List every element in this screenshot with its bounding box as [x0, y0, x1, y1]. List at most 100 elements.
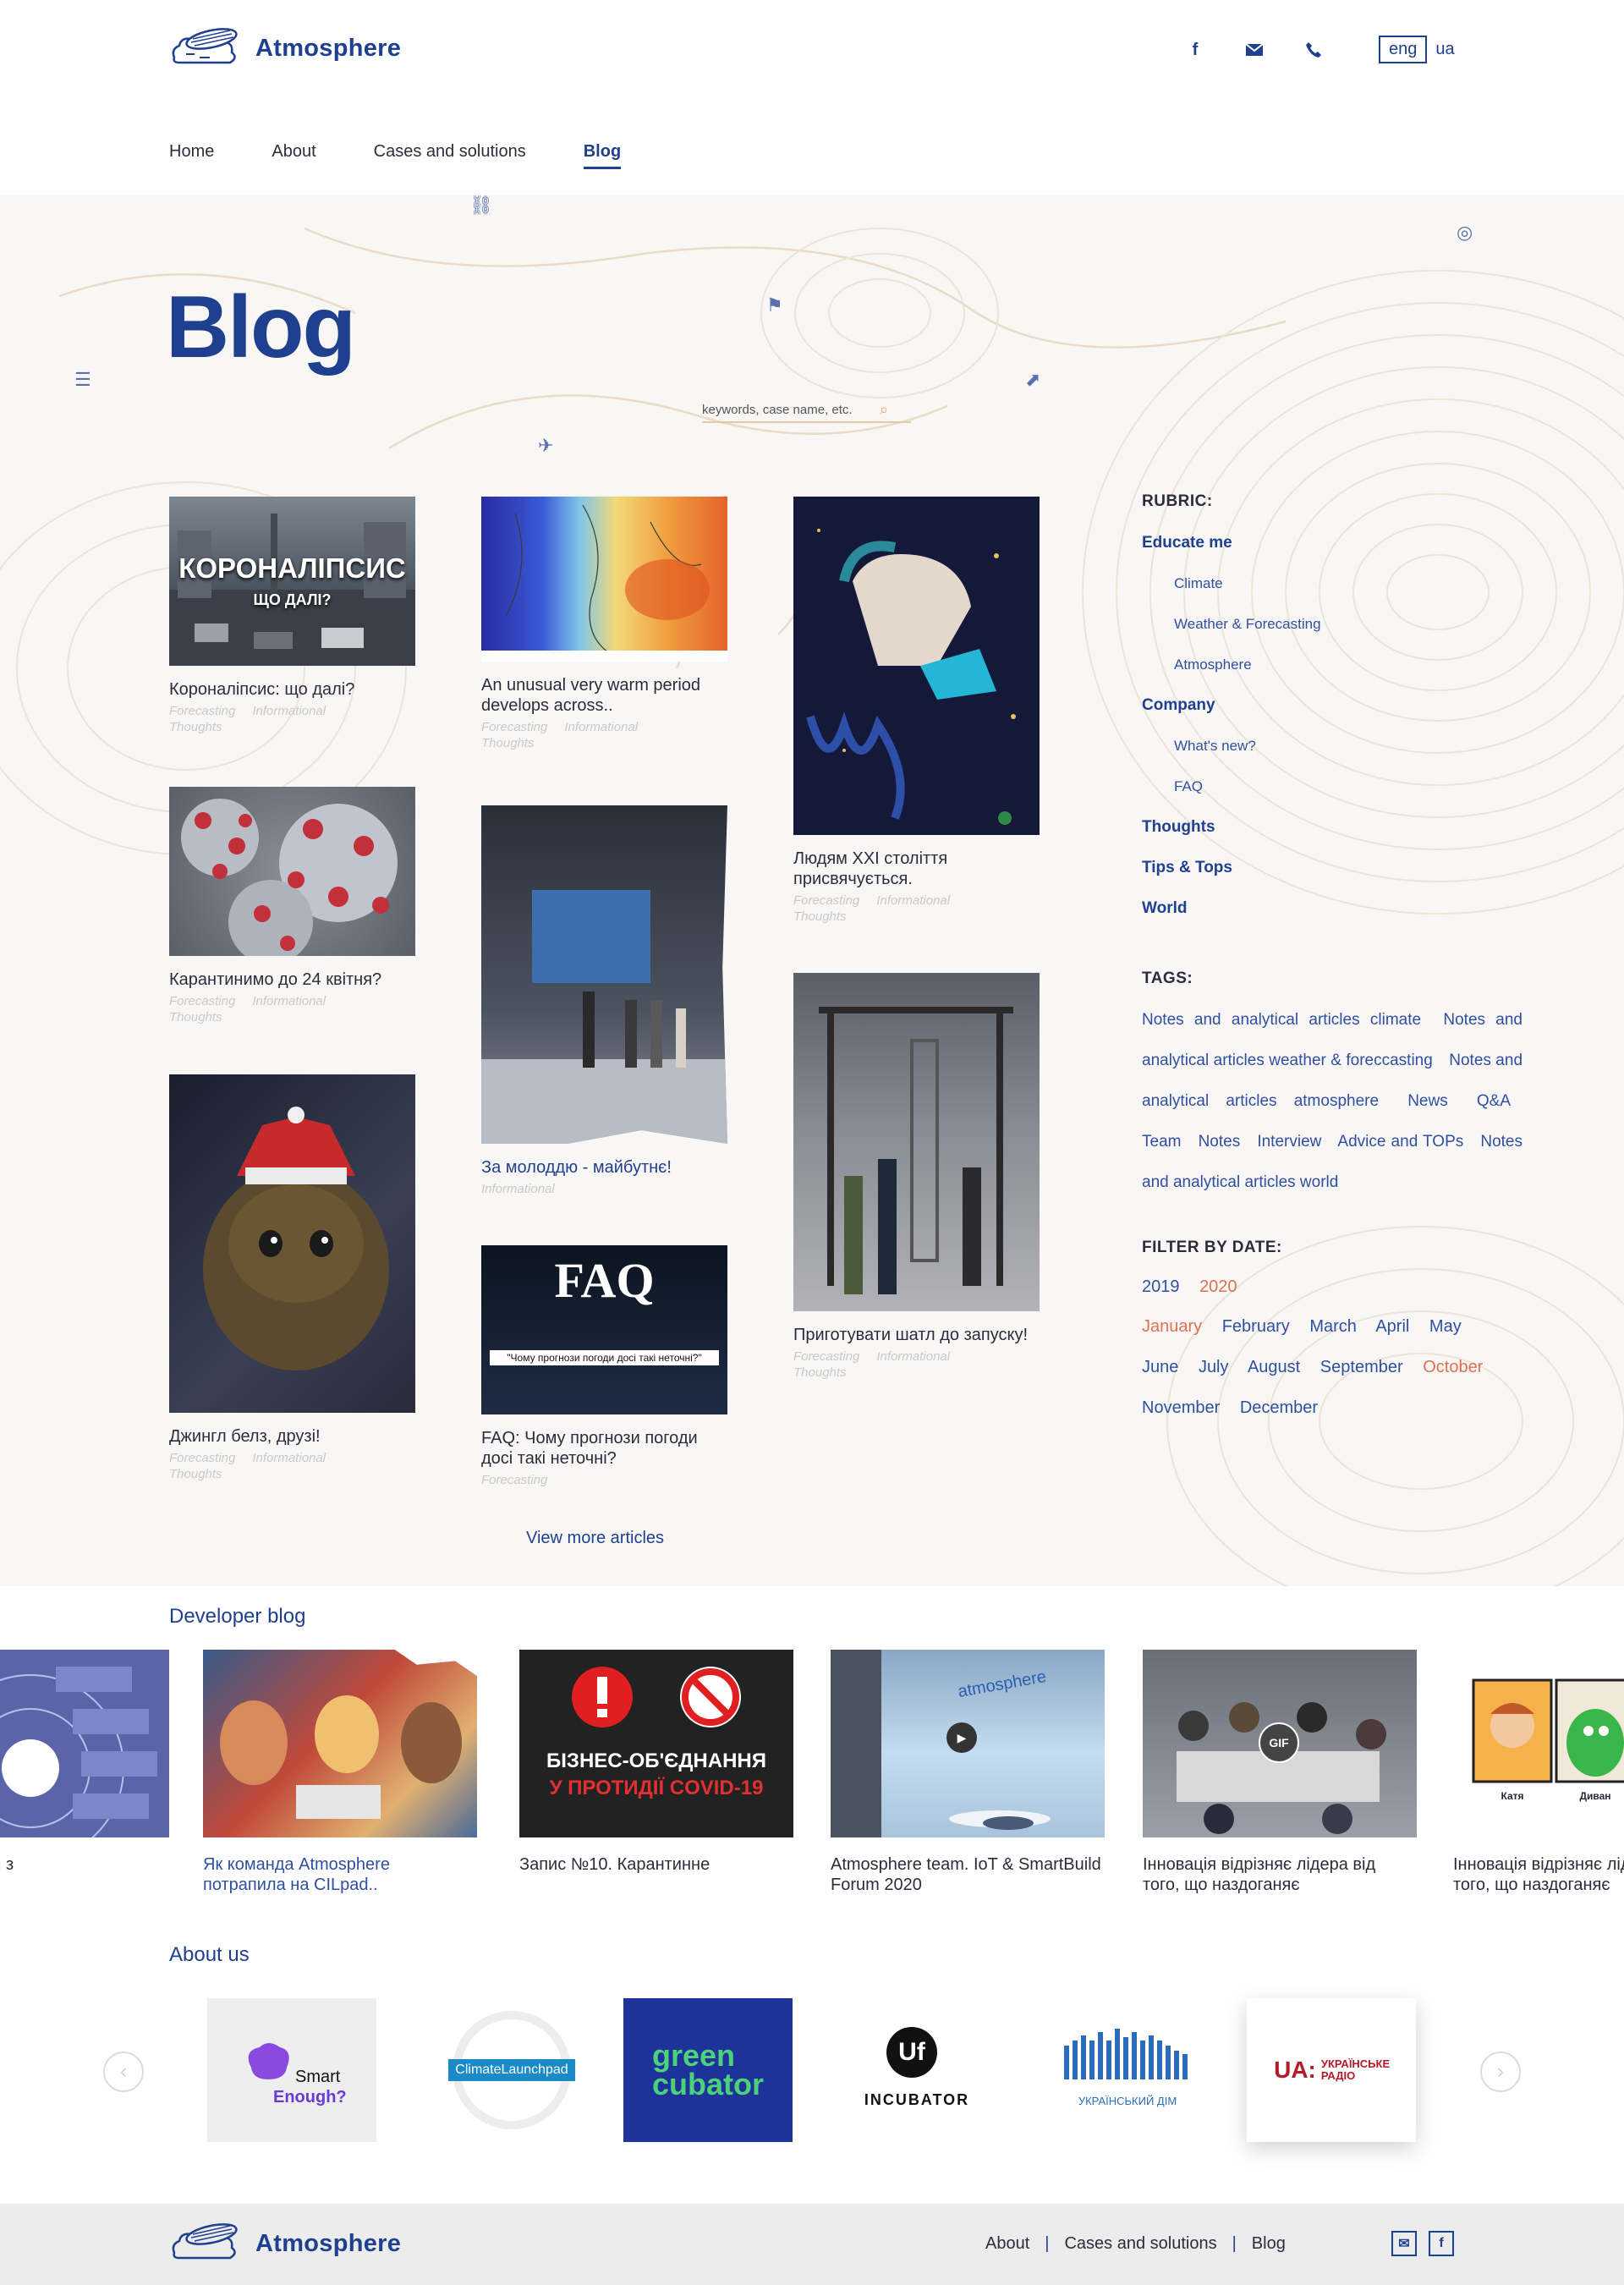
month-july[interactable]: July — [1199, 1358, 1229, 1376]
footer-logo[interactable]: Atmosphere — [169, 2216, 401, 2271]
month-march[interactable]: March — [1309, 1317, 1357, 1336]
dev-blog-title[interactable]: ...авиперадки з — [0, 1854, 169, 1875]
rubric-climate[interactable]: Climate — [1142, 563, 1522, 604]
article-title[interactable]: Людям XXI століття присвячується. — [793, 849, 1040, 889]
main-nav: Home About Cases and solutions Blog — [169, 142, 622, 169]
rubric-weather-forecasting[interactable]: Weather & Forecasting — [1142, 604, 1522, 645]
nav-cases[interactable]: Cases and solutions — [374, 142, 526, 169]
month-september[interactable]: September — [1320, 1358, 1403, 1376]
partner-greencubator[interactable]: green cubator — [623, 1998, 793, 2142]
month-april[interactable]: April — [1375, 1317, 1409, 1336]
article-title[interactable]: Короналіпсис: що далі? — [169, 679, 415, 700]
article-card[interactable]: КОРОНАЛІПСИС ЩО ДАЛІ? Короналіпсис: що д… — [169, 497, 415, 735]
mail-icon[interactable] — [1243, 39, 1265, 61]
tag-link[interactable]: Interview — [1257, 1133, 1321, 1151]
tag-link[interactable]: Notes and analytical articles climate — [1142, 1011, 1421, 1029]
article-title[interactable]: За молоддю - майбутнє! — [481, 1157, 727, 1178]
article-title[interactable]: Джингл белз, друзі! — [169, 1426, 415, 1447]
footer-nav-blog[interactable]: Blog — [1252, 2234, 1286, 2254]
search-icon[interactable]: ⌕ — [880, 401, 888, 419]
article-card[interactable]: Карантинимо до 24 квітня? Forecasting Inf… — [169, 787, 415, 1025]
gif-badge[interactable]: GIF — [1259, 1722, 1299, 1763]
lang-eng[interactable]: eng — [1379, 36, 1428, 63]
month-august[interactable]: August — [1248, 1358, 1300, 1376]
tag-link[interactable]: Q&A — [1477, 1092, 1511, 1110]
rubric-educate-me[interactable]: Educate me — [1142, 523, 1522, 563]
play-icon[interactable]: ▶ — [946, 1722, 977, 1753]
dev-blog-card[interactable]: ...авиперадки з — [0, 1650, 169, 1875]
dev-blog-title[interactable]: Як команда Atmosphere потрапила на CILpa… — [203, 1854, 477, 1895]
article-card[interactable]: За молоддю - майбутнє! Informational — [481, 805, 727, 1197]
rubric-thoughts[interactable]: Thoughts — [1142, 807, 1522, 848]
month-october[interactable]: October — [1423, 1358, 1483, 1376]
article-tags: Informational — [481, 1182, 555, 1196]
dev-blog-card[interactable]: atmosphere ▶ Atmosphere team. IoT & Smar… — [831, 1650, 1105, 1895]
partner-ukrainian-house[interactable]: УКРАЇНСЬКИЙ ДІМ — [1043, 1998, 1212, 2142]
year-2019[interactable]: 2019 — [1142, 1277, 1180, 1296]
footer-nav-cases[interactable]: Cases and solutions — [1064, 2234, 1216, 2254]
mail-icon[interactable]: ✉ — [1391, 2231, 1417, 2256]
month-february[interactable]: February — [1222, 1317, 1290, 1336]
dev-blog-title[interactable]: Інновація відрізняє лідера від того, що … — [1453, 1854, 1624, 1895]
partner-uf-incubator[interactable]: Uf INCUBATOR — [832, 1998, 1001, 2142]
month-january[interactable]: January — [1142, 1317, 1202, 1336]
phone-icon[interactable] — [1303, 39, 1325, 61]
dev-blog-card[interactable]: Як команда Atmosphere потрапила на CILpa… — [203, 1650, 477, 1895]
partner-name: УКРАЇНСЬКИЙ ДІМ — [1078, 2095, 1177, 2107]
lang-ua[interactable]: ua — [1435, 40, 1454, 59]
dev-blog-title[interactable]: Atmosphere team. IoT & SmartBuild Forum … — [831, 1854, 1105, 1895]
dev-blog-image: atmosphere ▶ — [831, 1650, 1105, 1837]
article-card[interactable]: Людям XXI століття присвячується. Foreca… — [793, 497, 1040, 925]
tag-link[interactable]: Notes — [1199, 1133, 1241, 1151]
partner-ukrainian-radio[interactable]: UA: УКРАЇНСЬКЕ РАДІО — [1247, 1998, 1416, 2142]
tag-link[interactable]: Advice and TOPs — [1337, 1133, 1463, 1151]
carousel-prev-arrow-icon[interactable]: ‹ — [103, 2052, 144, 2092]
month-may[interactable]: May — [1429, 1317, 1462, 1336]
banner-line-1: БІЗНЕС-ОБ'ЄДНАННЯ — [546, 1749, 766, 1772]
logo-text: Atmosphere — [255, 34, 402, 62]
dev-blog-card[interactable]: БІЗНЕС-ОБ'ЄДНАННЯ У ПРОТИДІЇ COVID-19 За… — [519, 1650, 793, 1875]
ukrainian-house-logo-icon — [1064, 2029, 1188, 2079]
logo-airship-icon — [172, 2223, 238, 2260]
article-image — [481, 497, 727, 662]
partner-climate-launchpad[interactable]: ClimateLaunchpad — [427, 1998, 596, 2142]
article-card[interactable]: Джингл белз, друзі! Forecasting Informati… — [169, 1074, 415, 1482]
search-input[interactable] — [702, 402, 880, 417]
footer-nav-about[interactable]: About — [985, 2234, 1029, 2254]
article-title[interactable]: FAQ: Чому прогнози погоди досі такі нето… — [481, 1428, 727, 1469]
article-title[interactable]: An unusual very warm period develops acr… — [481, 675, 727, 716]
view-more-articles-link[interactable]: View more articles — [526, 1529, 664, 1548]
tag-link[interactable]: News — [1407, 1092, 1448, 1110]
month-november[interactable]: November — [1142, 1398, 1220, 1417]
article-card[interactable]: An unusual very warm period develops acr… — [481, 497, 727, 751]
facebook-icon[interactable]: f — [1184, 39, 1206, 61]
nav-about[interactable]: About — [272, 142, 315, 169]
month-december[interactable]: December — [1240, 1398, 1318, 1417]
tag-link[interactable]: Team — [1142, 1133, 1181, 1151]
nav-home[interactable]: Home — [169, 142, 214, 169]
rubric-atmosphere[interactable]: Atmosphere — [1142, 645, 1522, 685]
rubric-company[interactable]: Company — [1142, 685, 1522, 726]
facebook-icon[interactable]: f — [1429, 2231, 1454, 2256]
month-june[interactable]: June — [1142, 1358, 1178, 1376]
article-card[interactable]: Приготувати шатл до запуску! Forecasting… — [793, 973, 1040, 1381]
dev-blog-title[interactable]: Запис №10. Карантинне — [519, 1854, 793, 1875]
carousel-next-arrow-icon[interactable]: › — [1480, 2052, 1521, 2092]
rubric-world[interactable]: World — [1142, 888, 1522, 929]
rubric-whats-new[interactable]: What's new? — [1142, 726, 1522, 766]
partner-smart-enough[interactable]: Smart Enough? — [207, 1998, 376, 2142]
brain-icon — [248, 2043, 289, 2079]
article-title[interactable]: Карантинимо до 24 квітня? — [169, 969, 415, 990]
rubric-faq[interactable]: FAQ — [1142, 766, 1522, 807]
nav-blog[interactable]: Blog — [583, 142, 622, 169]
rubric-tips-tops[interactable]: Tips & Tops — [1142, 848, 1522, 888]
covid-banner-image — [572, 1667, 741, 1727]
dev-blog-card[interactable]: GIF Інновація відрізняє лідера від того,… — [1143, 1650, 1417, 1895]
comic-label-2: Диван — [1579, 1790, 1611, 1802]
article-title[interactable]: Приготувати шатл до запуску! — [793, 1325, 1040, 1345]
year-2020[interactable]: 2020 — [1199, 1277, 1237, 1296]
logo[interactable]: Atmosphere — [169, 20, 401, 76]
dev-blog-card[interactable]: Катя Диван Інновація відрізняє лідера ві… — [1453, 1650, 1624, 1895]
article-card[interactable]: FAQ "Чому прогнози погоди досі такі нето… — [481, 1245, 727, 1488]
dev-blog-title[interactable]: Інновація відрізняє лідера від того, що … — [1143, 1854, 1417, 1895]
